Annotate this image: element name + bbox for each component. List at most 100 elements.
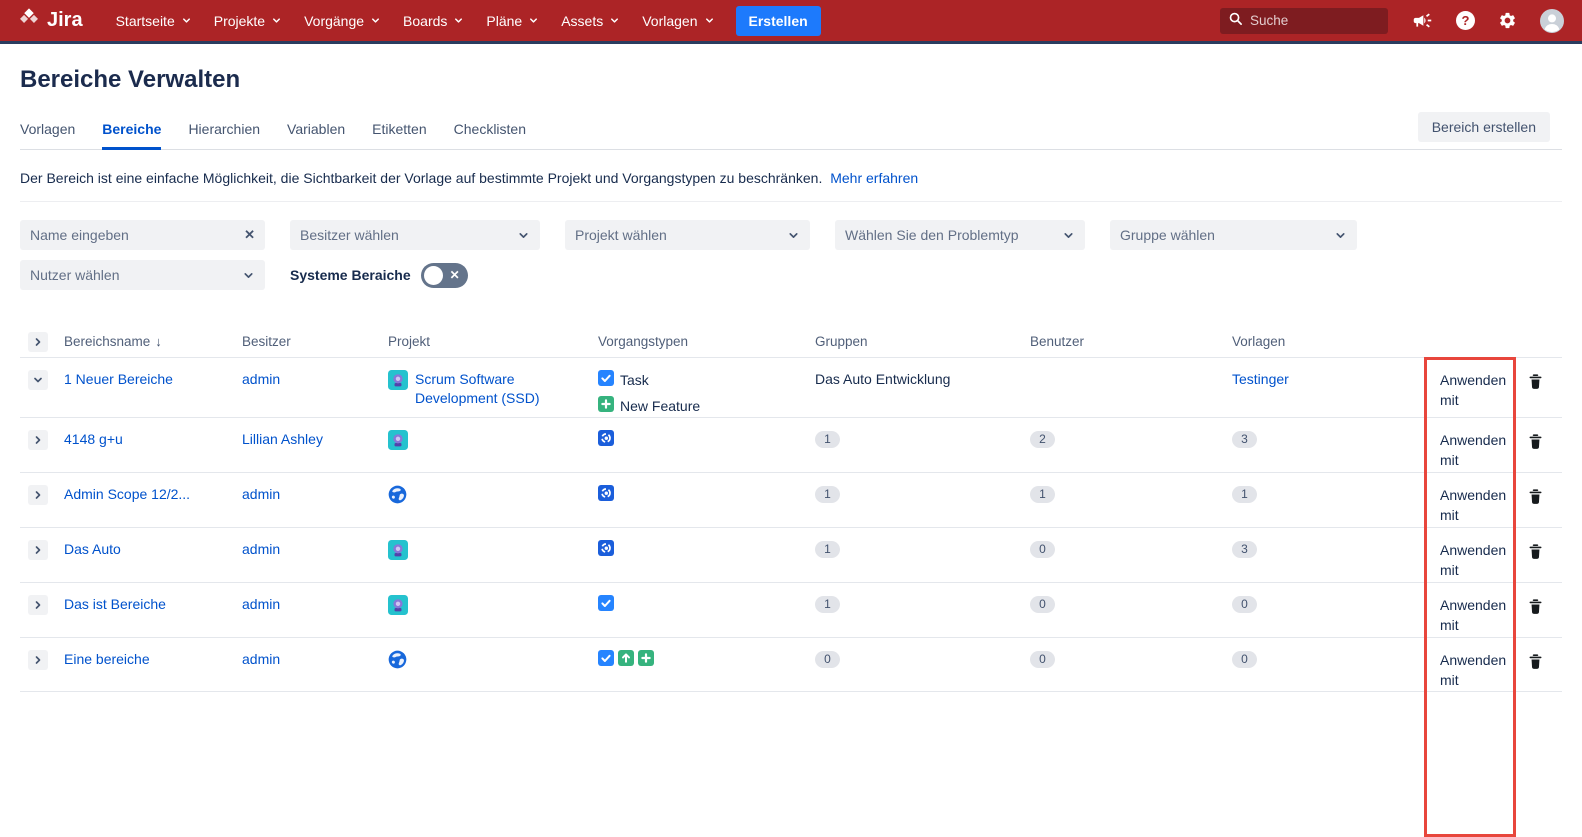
tab-checklisten[interactable]: Checklisten bbox=[454, 121, 526, 150]
nav-icon-group: ? bbox=[1412, 9, 1564, 33]
owner-link[interactable]: admin bbox=[242, 540, 280, 559]
column-header-bereichsname[interactable]: Bereichsname ↓ bbox=[64, 334, 242, 349]
user-filter-select[interactable]: Nutzer wählen bbox=[20, 260, 265, 290]
main-menu: Startseite Projekte VorgängeBoardsPläneAss… bbox=[105, 13, 726, 29]
toggle-off-icon: ✕ bbox=[450, 268, 460, 282]
column-header-gruppen[interactable]: Gruppen bbox=[815, 334, 1030, 349]
globe-project-avatar bbox=[388, 650, 407, 674]
row-expand-toggle[interactable] bbox=[28, 485, 48, 505]
nav-item-projekte[interactable]: Projekte bbox=[203, 13, 293, 29]
tab-variablen[interactable]: Variablen bbox=[287, 121, 345, 150]
nav-item-assets[interactable]: Assets bbox=[550, 13, 631, 29]
column-header-vorlagen[interactable]: Vorlagen bbox=[1232, 334, 1424, 349]
help-icon[interactable]: ? bbox=[1456, 11, 1475, 30]
delete-scope-button[interactable] bbox=[1525, 431, 1546, 456]
chevron-down-icon bbox=[1062, 229, 1075, 242]
table-row: Eine bereicheadmin000Anwenden mit bbox=[20, 637, 1562, 692]
globe-project-avatar bbox=[388, 485, 407, 509]
tab-etiketten[interactable]: Etiketten bbox=[372, 121, 426, 150]
scope-name-link[interactable]: 4148 g+u bbox=[64, 430, 123, 449]
name-filter[interactable]: ✕ bbox=[20, 220, 265, 250]
scope-description-text: Der Bereich ist eine einfache Möglichkei… bbox=[20, 170, 822, 186]
search-icon bbox=[1228, 11, 1243, 31]
column-header-besitzer[interactable]: Besitzer bbox=[242, 334, 388, 349]
megaphone-icon[interactable] bbox=[1412, 10, 1433, 31]
owner-link[interactable]: admin bbox=[242, 595, 280, 614]
issue-type-label: New Feature bbox=[620, 398, 700, 414]
owner-link[interactable]: admin bbox=[242, 370, 280, 389]
delete-scope-button[interactable] bbox=[1525, 486, 1546, 511]
owner-link[interactable]: admin bbox=[242, 485, 280, 504]
column-header-projekt[interactable]: Projekt bbox=[388, 334, 598, 349]
jira-logo[interactable]: Jira bbox=[18, 7, 83, 35]
delete-scope-button[interactable] bbox=[1525, 596, 1546, 621]
nav-item-label: Projekte bbox=[214, 13, 265, 29]
groups-count-badge: 1 bbox=[815, 486, 840, 503]
project-link[interactable]: Scrum Software Development (SSD) bbox=[415, 370, 565, 408]
apply-with-link[interactable]: Anwenden mit bbox=[1424, 370, 1512, 410]
apply-with-link[interactable]: Anwenden mit bbox=[1424, 650, 1512, 690]
name-filter-input[interactable] bbox=[30, 227, 236, 243]
apply-with-link[interactable]: Anwenden mit bbox=[1424, 430, 1512, 470]
row-expand-toggle[interactable] bbox=[28, 595, 48, 615]
row-expand-toggle[interactable] bbox=[28, 430, 48, 450]
table-row: 1 Neuer Bereiche admin Scrum Software Deve… bbox=[20, 357, 1562, 417]
scope-name-link[interactable]: Das ist Bereiche bbox=[64, 595, 166, 614]
clear-name-filter-icon[interactable]: ✕ bbox=[236, 227, 255, 243]
task-icon bbox=[598, 370, 614, 389]
top-navigation: Jira Startseite Projekte VorgängeBoardsPlä… bbox=[0, 0, 1582, 44]
nav-item-vorlagen[interactable]: Vorlagen bbox=[631, 13, 725, 29]
system-scopes-toggle[interactable]: ✕ bbox=[421, 263, 468, 288]
row-expand-toggle[interactable] bbox=[28, 540, 48, 560]
expand-all-toggle[interactable] bbox=[28, 332, 48, 352]
chevron-down-icon bbox=[181, 13, 192, 29]
avatar[interactable] bbox=[1540, 9, 1564, 33]
apply-with-link[interactable]: Anwenden mit bbox=[1424, 485, 1512, 525]
nav-item-pläne[interactable]: Pläne bbox=[475, 13, 550, 29]
scope-name-link[interactable]: Eine bereiche bbox=[64, 650, 150, 669]
delete-scope-button[interactable] bbox=[1525, 371, 1546, 396]
scope-name-link[interactable]: Das Auto bbox=[64, 540, 121, 559]
page-title: Bereiche Verwalten bbox=[20, 66, 1562, 94]
chevron-down-icon bbox=[704, 13, 715, 29]
templates-count-badge: 0 bbox=[1232, 651, 1257, 668]
project-filter-select[interactable]: Projekt wählen bbox=[565, 220, 810, 250]
tab-bereiche[interactable]: Bereiche bbox=[102, 121, 161, 150]
nav-item-startseite[interactable]: Startseite bbox=[105, 13, 203, 29]
users-count-badge: 2 bbox=[1030, 431, 1055, 448]
apply-with-link[interactable]: Anwenden mit bbox=[1424, 540, 1512, 580]
jira-logo-icon bbox=[18, 7, 40, 35]
scope-name-link[interactable]: Admin Scope 12/2... bbox=[64, 485, 190, 504]
nav-item-boards[interactable]: Boards bbox=[392, 13, 475, 29]
users-count-badge: 0 bbox=[1030, 596, 1055, 613]
create-scope-button[interactable]: Bereich erstellen bbox=[1418, 112, 1550, 142]
gear-icon[interactable] bbox=[1498, 11, 1517, 30]
nav-item-vorgänge[interactable]: Vorgänge bbox=[293, 13, 392, 29]
templates-link[interactable]: Testinger bbox=[1232, 370, 1289, 389]
templates-count-badge: 0 bbox=[1232, 596, 1257, 613]
row-expand-toggle[interactable] bbox=[28, 650, 48, 670]
column-header-vorgangstypen[interactable]: Vorgangstypen bbox=[598, 334, 815, 349]
scope-name-link[interactable]: 1 Neuer Bereiche bbox=[64, 370, 173, 389]
column-header-benutzer[interactable]: Benutzer bbox=[1030, 334, 1232, 349]
owner-filter-select[interactable]: Besitzer wählen bbox=[290, 220, 540, 250]
create-button[interactable]: Erstellen bbox=[736, 6, 821, 36]
delete-scope-button[interactable] bbox=[1525, 651, 1546, 676]
tab-hierarchien[interactable]: Hierarchien bbox=[188, 121, 260, 150]
scrum-project-avatar bbox=[388, 430, 408, 455]
delete-scope-button[interactable] bbox=[1525, 541, 1546, 566]
owner-link[interactable]: Lillian Ashley bbox=[242, 430, 323, 449]
search-box[interactable] bbox=[1220, 8, 1388, 34]
trash-icon bbox=[1528, 603, 1543, 618]
groups-count-badge: 0 bbox=[815, 651, 840, 668]
new-feature-icon bbox=[638, 650, 654, 671]
apply-with-link[interactable]: Anwenden mit bbox=[1424, 595, 1512, 635]
row-expand-toggle[interactable] bbox=[28, 370, 48, 390]
search-input[interactable] bbox=[1250, 13, 1370, 28]
group-filter-select[interactable]: Gruppe wählen bbox=[1110, 220, 1357, 250]
issuetype-filter-select[interactable]: Wählen Sie den Problemtyp bbox=[835, 220, 1085, 250]
owner-link[interactable]: admin bbox=[242, 650, 280, 669]
tab-vorlagen[interactable]: Vorlagen bbox=[20, 121, 75, 150]
table-row: 4148 g+uLillian Ashley123Anwenden mit bbox=[20, 417, 1562, 472]
learn-more-link[interactable]: Mehr erfahren bbox=[830, 170, 918, 186]
